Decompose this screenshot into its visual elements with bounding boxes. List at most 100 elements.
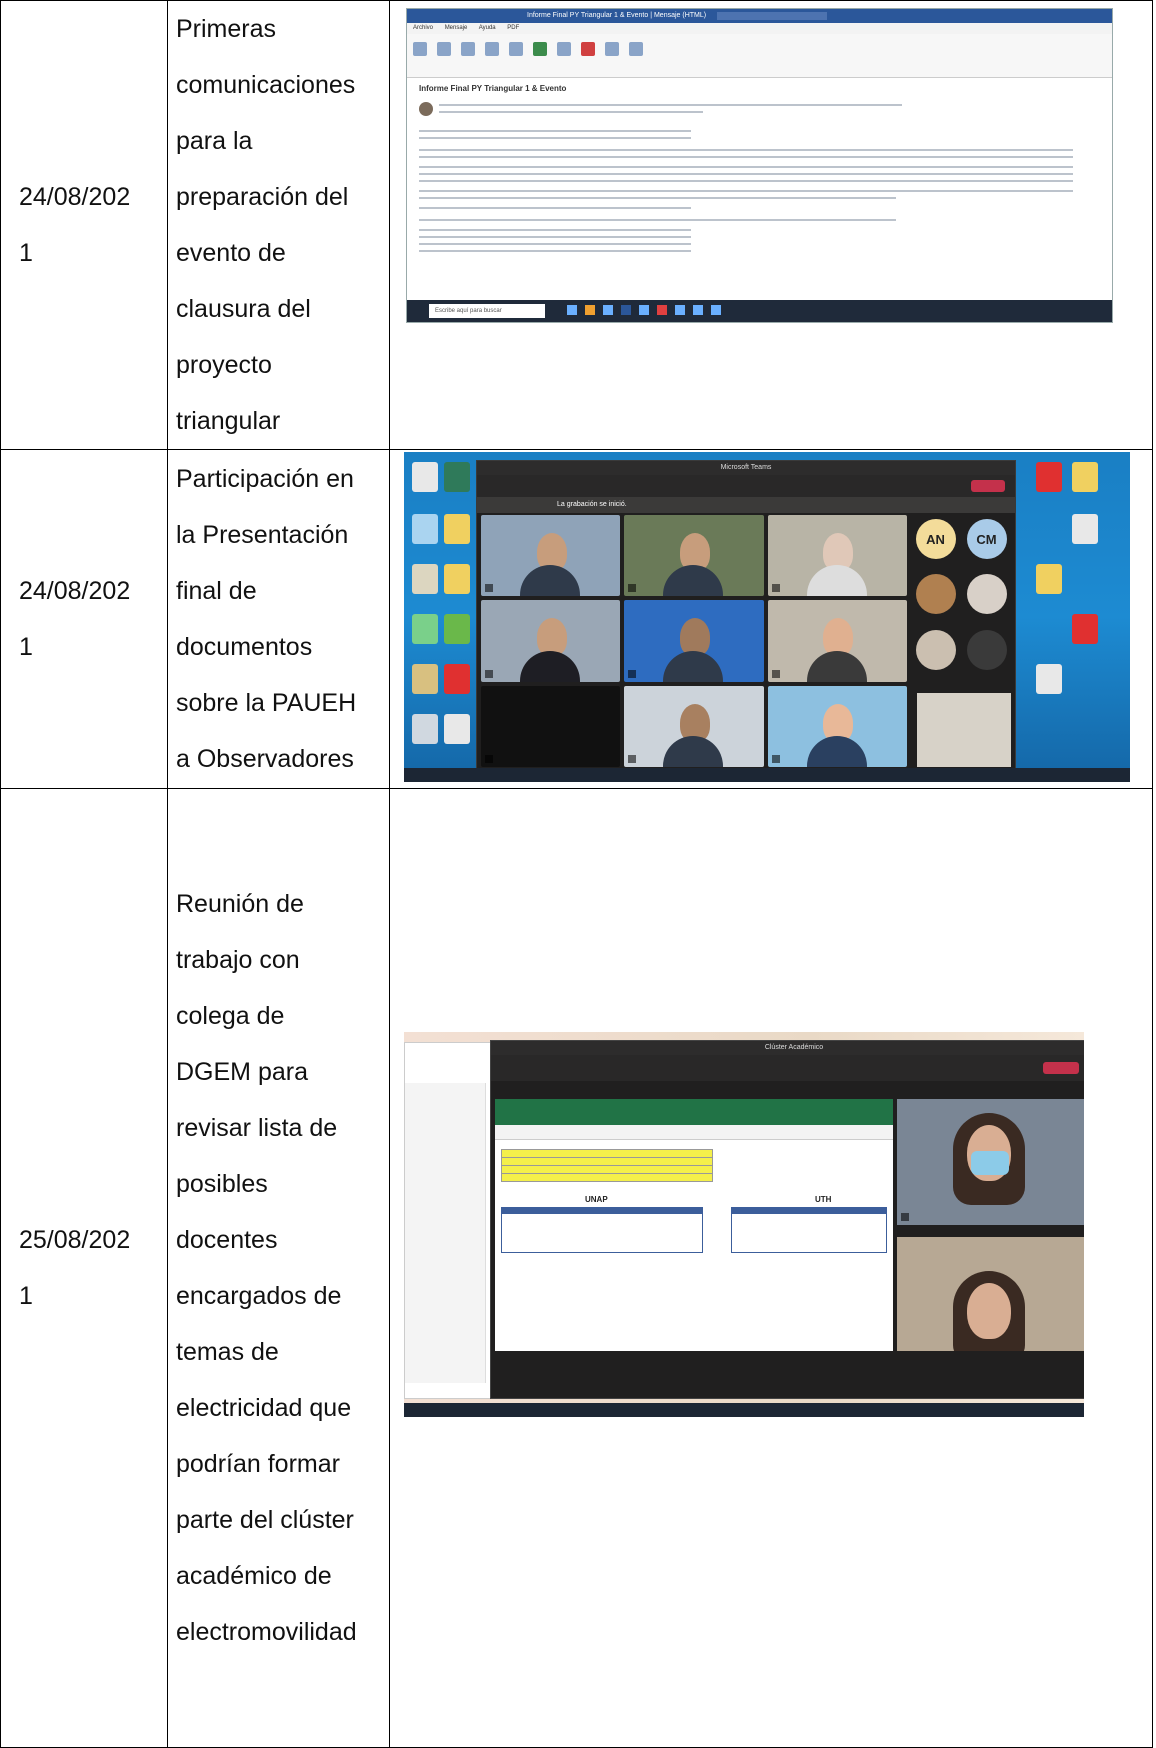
- avatar: [915, 574, 956, 615]
- video-tile: ​: [481, 600, 621, 682]
- reply-icon: [461, 42, 475, 56]
- teams-meeting-screenshot: Microsoft Teams La grabación se inició. …: [404, 452, 1130, 782]
- date-cell: 25/08/202 1: [0, 788, 168, 1748]
- desktop-icon: [412, 714, 438, 744]
- flag-icon: [581, 42, 595, 56]
- menu-item: Mensaje: [444, 25, 468, 31]
- desktop-icon: [412, 664, 438, 694]
- more-participants-badge: [966, 629, 1007, 670]
- description-text: Reunión de trabajo con colega de DGEM pa…: [176, 890, 357, 1646]
- video-tile: ​: [767, 600, 907, 682]
- participant-avatars: AN CM: [913, 515, 1009, 675]
- pdf-icon: [444, 664, 470, 694]
- description-text: Participación en la Presentación final d…: [176, 465, 357, 773]
- menu-item: PDF: [507, 25, 520, 31]
- participant-name: ​: [485, 755, 493, 763]
- desktop-icon: [444, 714, 470, 744]
- avatar: AN: [915, 519, 956, 559]
- description-cell: Reunión de trabajo con colega de DGEM pa…: [167, 788, 390, 1748]
- teams-window: Clúster Académico UNAP UTH: [490, 1040, 1084, 1399]
- participant-name: ​: [628, 755, 637, 763]
- participant-name: ​: [771, 755, 780, 763]
- windows-taskbar: Escribe aquí para buscar: [407, 300, 1112, 322]
- desktop-icon: [412, 614, 438, 644]
- desktop-icon: [1036, 564, 1062, 594]
- teams-call-controls: [477, 475, 1015, 497]
- menu-item: Archivo: [413, 25, 434, 31]
- date-cell: 24/08/202 1: [0, 0, 168, 450]
- desktop-icon: [412, 564, 438, 594]
- description-cell: Primeras comunicaciones para la preparac…: [167, 0, 390, 450]
- participant-name: ​: [485, 584, 493, 593]
- sheet-header: UTH: [815, 1195, 832, 1204]
- reply-all-icon: [485, 42, 499, 56]
- delete-icon: [413, 42, 427, 56]
- participant-video: ​: [897, 1099, 1084, 1225]
- email-body: Informe Final PY Triangular 1 & Evento: [407, 78, 1112, 300]
- teams-window: Microsoft Teams La grabación se inició. …: [476, 460, 1016, 776]
- menu-item: Ayuda: [478, 25, 496, 31]
- description-text: Primeras comunicaciones para la preparac…: [176, 15, 356, 435]
- translate-icon: [605, 42, 619, 56]
- participant-name: ​: [485, 669, 493, 678]
- desktop-icon: [444, 614, 470, 644]
- teams-call-controls: [491, 1055, 1084, 1081]
- pdf-icon: [1036, 462, 1062, 492]
- leave-button: [1043, 1062, 1079, 1074]
- outlook-email-screenshot: Informe Final PY Triangular 1 & Evento |…: [406, 8, 1113, 323]
- archive-icon: [437, 42, 451, 56]
- video-tile: ​: [767, 685, 907, 767]
- video-tile: ​: [624, 515, 764, 597]
- screenshot-cell: Microsoft Teams La grabación se inició. …: [389, 449, 1153, 789]
- outlook-titlebar: Informe Final PY Triangular 1 & Evento |…: [407, 9, 1112, 23]
- desktop-icon: [1072, 514, 1098, 544]
- video-grid: ​ ​ ​ ​ ​ ​ ​ ​ ​: [481, 515, 907, 767]
- desktop-icon: [1036, 664, 1062, 694]
- date-text: 24/08/202 1: [19, 577, 131, 661]
- participant-name: ​: [771, 584, 780, 593]
- teams-window-title: Clúster Académico: [491, 1041, 1084, 1055]
- participant-name: ​: [628, 584, 637, 593]
- highlighted-row: [501, 1173, 713, 1182]
- teams-icon: [533, 42, 547, 56]
- forward-icon: [509, 42, 523, 56]
- participant-name: ​: [771, 669, 780, 678]
- description-cell: Participación en la Presentación final d…: [167, 449, 390, 789]
- excel-ribbon: [495, 1099, 893, 1125]
- windows-taskbar: [404, 768, 1130, 782]
- outlook-ribbon: [407, 34, 1112, 78]
- avatar: [966, 574, 1007, 615]
- shared-excel-sheet: UNAP UTH: [495, 1099, 893, 1351]
- sheet-table: [731, 1207, 887, 1253]
- desktop-icon: [444, 564, 470, 594]
- windows-taskbar: [404, 1403, 1084, 1417]
- screenshot-cell: Clúster Académico UNAP UTH: [389, 788, 1153, 1748]
- avatar: [419, 101, 433, 116]
- desktop-icon: [444, 462, 470, 492]
- recording-banner: La grabación se inició.: [477, 497, 1015, 513]
- zoom-icon: [629, 42, 643, 56]
- date-text: 24/08/202 1: [19, 183, 131, 267]
- desktop-icon: [444, 514, 470, 544]
- email-subject: Informe Final PY Triangular 1 & Evento: [419, 84, 567, 93]
- screenshot-cell: Informe Final PY Triangular 1 & Evento |…: [389, 0, 1153, 450]
- sheet-table: [501, 1207, 703, 1253]
- video-tile: ​: [767, 515, 907, 597]
- table-row: 24/08/202 1 Participación en la Presenta…: [0, 449, 1153, 789]
- move-icon: [557, 42, 571, 56]
- table-row: 24/08/202 1 Primeras comunicaciones para…: [0, 0, 1153, 450]
- table-row: 25/08/202 1 Reunión de trabajo con coleg…: [0, 788, 1153, 1748]
- avatar: [915, 629, 956, 670]
- participant-name: ​: [628, 669, 637, 678]
- video-tile: ​: [624, 600, 764, 682]
- desktop-icon: [1072, 462, 1098, 492]
- video-tile: ​: [481, 685, 621, 767]
- participant-video: [897, 1237, 1084, 1351]
- sender-lines: [439, 99, 1100, 118]
- leave-button: [971, 480, 1005, 492]
- activity-log-table: 24/08/202 1 Primeras comunicaciones para…: [0, 0, 1153, 1748]
- desktop-icon: [1072, 614, 1098, 644]
- date-cell: 24/08/202 1: [0, 449, 168, 789]
- excel-formula-bar: [495, 1125, 893, 1140]
- outlook-search-box: [717, 12, 827, 20]
